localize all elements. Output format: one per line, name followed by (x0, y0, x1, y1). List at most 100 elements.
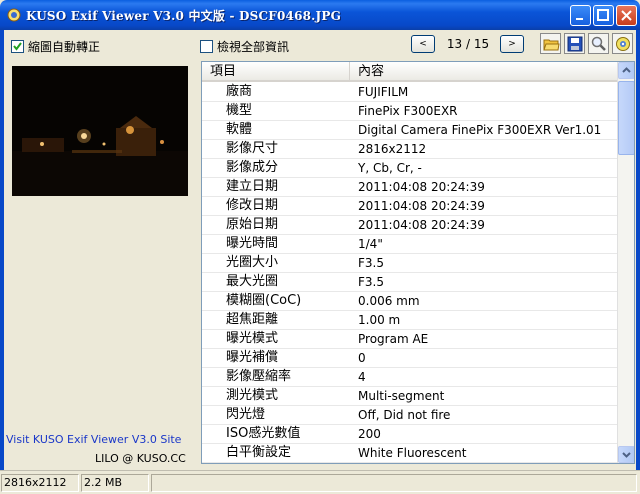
zoom-button[interactable] (588, 33, 609, 54)
title-bar[interactable]: KUSO Exif Viewer V3.0 中文版 - DSCF0468.JPG (0, 0, 640, 30)
table-row[interactable]: 影像成分 Y, Cb, Cr, - (202, 159, 618, 178)
shrink-rotate-checkbox[interactable]: 縮圖自動轉正 (11, 38, 100, 54)
page-indicator: 13 / 15 (446, 37, 490, 51)
zoom-icon (591, 36, 606, 51)
exif-value-cell: FUJIFILM (358, 85, 409, 99)
table-row[interactable]: 超焦距離 1.00 m (202, 311, 618, 330)
exif-table[interactable]: 項目 內容 廠商 FUJIFILM 機型 FinePix F300EXR 軟體 Digit… (201, 61, 635, 464)
exif-item-cell (202, 463, 350, 464)
table-row[interactable]: 曝光補償 0 (202, 349, 618, 368)
exif-item-cell: 測光模式 (226, 388, 279, 403)
exif-value-cell: Program AE (358, 332, 429, 346)
window-frame-left (0, 30, 4, 494)
prev-button[interactable]: < (411, 35, 435, 53)
exif-value-cell: 0 (358, 351, 366, 365)
table-row[interactable] (202, 463, 618, 464)
exif-item-cell: 曝光時間 (226, 236, 279, 251)
settings-button[interactable] (612, 33, 633, 54)
exif-value-cell: Digital Camera FinePix F300EXR Ver1.01 (358, 123, 602, 137)
exif-item-cell: 影像尺寸 (226, 141, 279, 156)
table-row[interactable]: 影像尺寸 2816x2112 (202, 140, 618, 159)
table-row[interactable]: ISO感光數值 200 (202, 425, 618, 444)
checkbox-box[interactable] (11, 39, 24, 53)
table-row[interactable]: 白平衡設定 White Fluorescent (202, 444, 618, 463)
table-row[interactable]: 廠商 FUJIFILM (202, 83, 618, 102)
scroll-down-button[interactable] (618, 446, 634, 463)
exif-value-cell: F3.5 (358, 275, 384, 289)
window-title: KUSO Exif Viewer V3.0 中文版 - DSCF0468.JPG (26, 9, 342, 23)
save-button[interactable] (564, 33, 585, 54)
exif-value-cell: 2011:04:08 20:24:39 (358, 218, 485, 232)
exif-value-cell: Y, Cb, Cr, - (358, 161, 422, 175)
exif-item-cell: 影像成分 (226, 160, 279, 175)
open-folder-icon (543, 39, 560, 51)
table-row[interactable]: 光圈大小 F3.5 (202, 254, 618, 273)
exif-value-cell: Multi-segment (358, 389, 445, 403)
status-bar: 2816x2112 2.2 MB (0, 470, 640, 494)
exif-item-cell: 光圈大小 (226, 255, 279, 270)
exif-value-cell: 2011:04:08 20:24:39 (358, 199, 485, 213)
status-filesize: 2.2 MB (81, 474, 149, 492)
minimize-icon (576, 18, 583, 20)
close-icon (621, 10, 632, 21)
maximize-button[interactable] (593, 5, 614, 26)
table-row[interactable]: 原始日期 2011:04:08 20:24:39 (202, 216, 618, 235)
checkmark-icon (13, 41, 22, 51)
exif-item-cell: 廠商 (226, 84, 253, 99)
exif-value-cell: 0.006 mm (358, 294, 420, 308)
exif-value-cell: 4 (358, 370, 366, 384)
exif-value-cell: F3.5 (358, 256, 384, 270)
table-row[interactable]: 閃光燈 Off, Did not fire (202, 406, 618, 425)
scroll-thumb[interactable] (618, 81, 634, 155)
night-photo-thumbnail (12, 66, 188, 196)
exif-item-cell: ISO感光數值 (226, 426, 301, 441)
close-button[interactable] (616, 5, 637, 26)
credit-text: LILO @ KUSO.CC (95, 452, 186, 465)
table-row[interactable]: 修改日期 2011:04:08 20:24:39 (202, 197, 618, 216)
exif-item-cell: 修改日期 (226, 198, 279, 213)
visit-site-link[interactable]: Visit KUSO Exif Viewer V3.0 Site (6, 433, 181, 446)
table-row[interactable]: 曝光模式 Program AE (202, 330, 618, 349)
table-row[interactable]: 建立日期 2011:04:08 20:24:39 (202, 178, 618, 197)
exif-item-cell: 原始日期 (226, 217, 279, 232)
exif-item-cell: 影像壓縮率 (226, 369, 292, 384)
exif-value-cell: 2011:04:08 20:24:39 (358, 180, 485, 194)
status-empty-pane (151, 474, 637, 492)
column-header-value[interactable]: 內容 (350, 62, 618, 82)
table-body: 廠商 FUJIFILM 機型 FinePix F300EXR 軟體 Digital Cam… (202, 83, 618, 464)
window-frame-right (636, 30, 640, 494)
open-folder-button[interactable] (540, 33, 561, 54)
table-row[interactable]: 軟體 Digital Camera FinePix F300EXR Ver1.01 (202, 121, 618, 140)
show-all-label: 檢視全部資訊 (217, 39, 290, 54)
chevron-down-icon (622, 452, 631, 458)
table-header: 項目 內容 (202, 62, 618, 82)
table-row[interactable]: 模糊圈(CoC) 0.006 mm (202, 292, 618, 311)
shrink-rotate-label: 縮圖自動轉正 (28, 39, 101, 54)
minimize-button[interactable] (570, 5, 591, 26)
table-row[interactable]: 機型 FinePix F300EXR (202, 102, 618, 121)
exif-item-cell: 曝光補償 (226, 350, 279, 365)
exif-value-cell: 1.00 m (358, 313, 401, 327)
table-row[interactable]: 測光模式 Multi-segment (202, 387, 618, 406)
exif-value-cell (350, 463, 618, 464)
exif-item-cell: 白平衡設定 (226, 445, 292, 460)
exif-item-cell: 軟體 (226, 122, 253, 137)
exif-item-cell: 機型 (226, 103, 253, 118)
exif-item-cell: 超焦距離 (226, 312, 279, 327)
exif-value-cell: 1/4" (358, 237, 383, 251)
exif-value-cell: FinePix F300EXR (358, 104, 458, 118)
maximize-icon (597, 9, 609, 21)
table-row[interactable]: 曝光時間 1/4" (202, 235, 618, 254)
scroll-up-button[interactable] (618, 62, 634, 79)
show-all-checkbox[interactable]: 檢視全部資訊 (200, 38, 289, 54)
image-thumbnail (12, 66, 188, 196)
exif-item-cell: 曝光模式 (226, 331, 279, 346)
column-header-item[interactable]: 項目 (202, 62, 350, 82)
exif-value-cell: White Fluorescent (358, 446, 467, 460)
vertical-scrollbar[interactable] (617, 62, 634, 463)
exif-item-cell: 模糊圈(CoC) (226, 293, 302, 308)
checkbox-box[interactable] (200, 39, 213, 53)
next-button[interactable]: > (500, 35, 524, 53)
table-row[interactable]: 最大光圈 F3.5 (202, 273, 618, 292)
table-row[interactable]: 影像壓縮率 4 (202, 368, 618, 387)
